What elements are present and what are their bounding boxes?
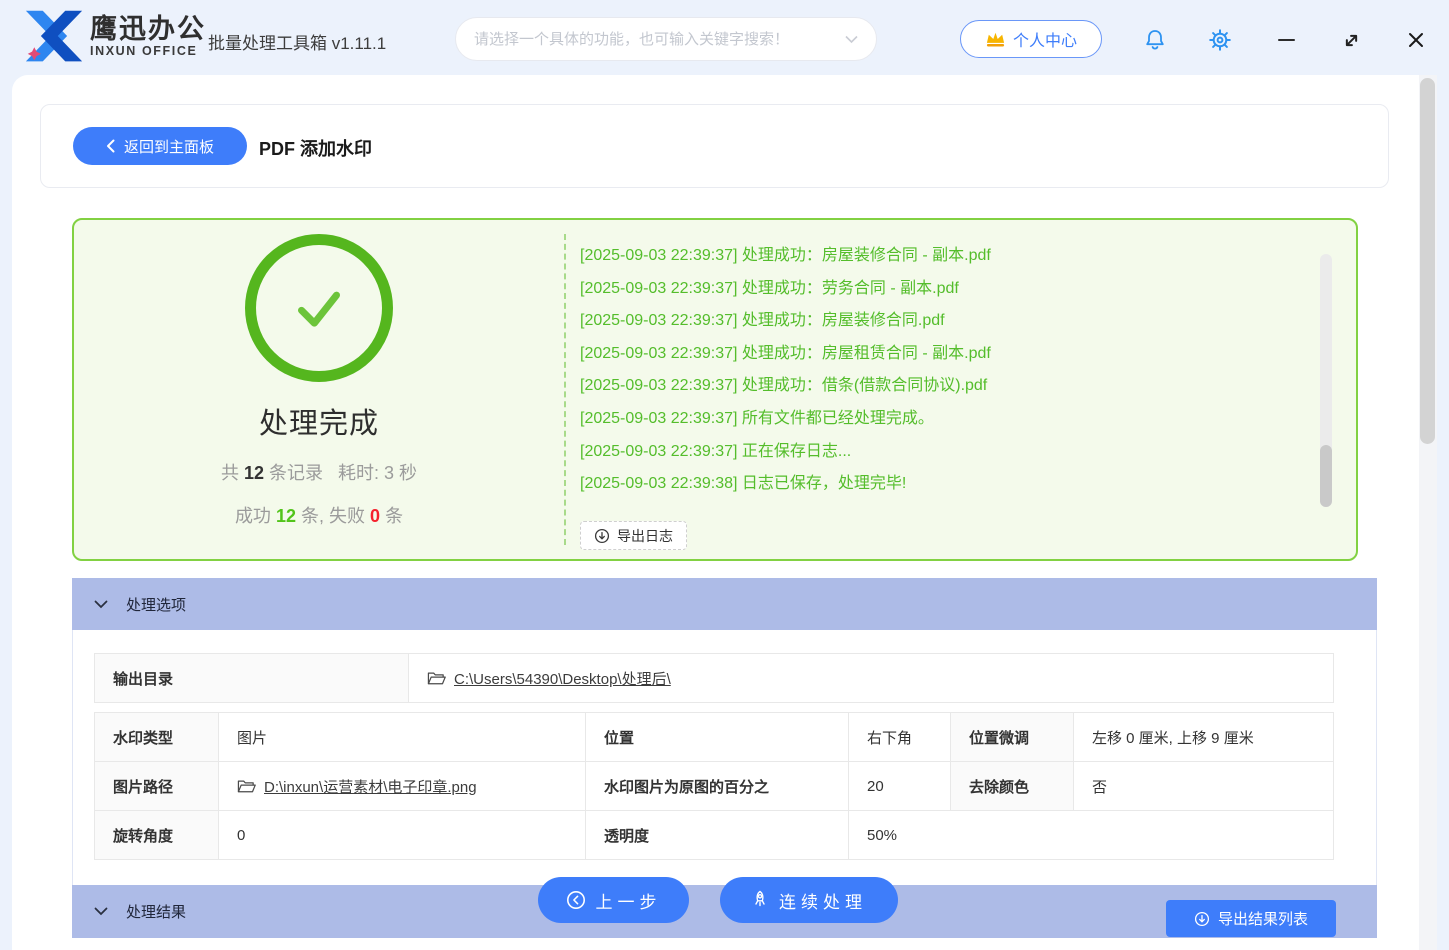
download-circle-icon <box>594 528 610 544</box>
folder-open-icon <box>427 671 446 686</box>
image-path-link[interactable]: D:\inxun\运营素材\电子印章.png <box>264 776 477 797</box>
log-line: [2025-09-03 22:39:37] 处理成功：房屋装修合同.pdf <box>580 305 1380 338</box>
log-divider <box>564 234 566 545</box>
total-count: 12 <box>244 463 264 483</box>
export-results-label: 导出结果列表 <box>1218 908 1308 929</box>
chevron-down-icon <box>845 35 858 44</box>
export-log-label: 导出日志 <box>617 526 673 546</box>
fail-unit: 条 <box>385 506 403 526</box>
total-label: 共 <box>221 463 239 483</box>
success-count: 12 <box>276 506 296 526</box>
chevron-down-icon <box>94 907 108 916</box>
record-count-line: 共 12 条记录 耗时: 3 秒 <box>74 459 564 485</box>
output-directory-table: 输出目录 C:\Users\54390\Desktop\处理后\ <box>94 653 1334 703</box>
result-summary: 处理完成 共 12 条记录 耗时: 3 秒 成功 12 条, 失败 0 条 <box>74 220 564 559</box>
continue-processing-button[interactable]: 连续处理 <box>720 877 898 923</box>
chevron-down-icon <box>94 600 108 609</box>
table-row: 输出目录 C:\Users\54390\Desktop\处理后\ <box>95 654 1334 703</box>
export-results-button[interactable]: 导出结果列表 <box>1166 900 1336 937</box>
previous-step-button[interactable]: 上一步 <box>538 877 689 923</box>
option-value: 否 <box>1074 762 1334 811</box>
notification-bell-icon[interactable] <box>1142 27 1168 53</box>
table-row: 旋转角度 0 透明度 50% <box>95 811 1334 860</box>
circle-left-icon <box>566 890 586 910</box>
export-log-button[interactable]: 导出日志 <box>580 521 687 550</box>
log-line: [2025-09-03 22:39:37] 所有文件都已经处理完成。 <box>580 403 1380 436</box>
option-label: 位置 <box>586 713 849 762</box>
output-directory-link[interactable]: C:\Users\54390\Desktop\处理后\ <box>454 668 671 689</box>
log-line: [2025-09-03 22:39:37] 正在保存日志... <box>580 436 1380 469</box>
log-scrollbar-thumb[interactable] <box>1320 445 1332 507</box>
minimize-button[interactable] <box>1273 27 1299 53</box>
option-value: 右下角 <box>849 713 951 762</box>
crown-icon <box>985 30 1006 48</box>
option-label: 图片路径 <box>95 762 219 811</box>
total-unit: 条记录 <box>269 463 323 483</box>
title-bar: 鹰迅办公 INXUN OFFICE 批量处理工具箱 v1.11.1 个人中心 <box>0 0 1449 75</box>
log-line: [2025-09-03 22:39:37] 处理成功：劳务合同 - 副本.pdf <box>580 273 1380 306</box>
section-header-options[interactable]: 处理选项 <box>72 578 1377 630</box>
minimize-icon <box>1278 39 1295 42</box>
success-check-icon <box>245 234 393 382</box>
log-scrollbar-track <box>1320 254 1332 507</box>
page-title: PDF 添加水印 <box>259 135 372 161</box>
option-label: 旋转角度 <box>95 811 219 860</box>
close-icon <box>1407 31 1425 49</box>
options-section-title: 处理选项 <box>126 594 186 615</box>
log-line: [2025-09-03 22:39:38] 日志已保存，处理完毕! <box>580 468 1380 501</box>
function-search-box[interactable] <box>455 17 877 61</box>
option-value: 0 <box>219 811 586 860</box>
user-center-label: 个人中心 <box>1013 27 1077 51</box>
elapsed-time: 耗时: 3 秒 <box>338 463 417 483</box>
back-to-dashboard-button[interactable]: 返回到主面板 <box>73 127 247 165</box>
result-summary-panel: 处理完成 共 12 条记录 耗时: 3 秒 成功 12 条, 失败 0 条 [2… <box>72 218 1358 561</box>
processing-log-list: [2025-09-03 22:39:37] 处理成功：房屋装修合同 - 副本.p… <box>580 240 1380 501</box>
settings-gear-icon[interactable] <box>1207 27 1233 53</box>
brand-name-cn: 鹰迅办公 <box>90 14 206 44</box>
close-button[interactable] <box>1403 27 1429 53</box>
resize-diagonal-icon <box>1342 31 1361 50</box>
success-fail-line: 成功 12 条, 失败 0 条 <box>74 502 564 528</box>
window-scrollbar-thumb[interactable] <box>1420 78 1435 444</box>
results-section-title: 处理结果 <box>126 901 186 922</box>
table-row: 水印类型 图片 位置 右下角 位置微调 左移 0 厘米, 上移 9 厘米 <box>95 713 1334 762</box>
option-value: 左移 0 厘米, 上移 9 厘米 <box>1074 713 1334 762</box>
chevron-left-icon <box>106 139 115 153</box>
option-value: 50% <box>849 811 1334 860</box>
brand-name-en: INXUN OFFICE <box>90 44 206 58</box>
download-circle-icon <box>1194 911 1210 927</box>
log-line: [2025-09-03 22:39:37] 处理成功：房屋装修合同 - 副本.p… <box>580 240 1380 273</box>
back-button-label: 返回到主面板 <box>124 136 214 157</box>
app-title: 批量处理工具箱 v1.11.1 <box>208 29 386 54</box>
fail-label: 条, 失败 <box>301 506 365 526</box>
option-label: 水印图片为原图的百分之 <box>586 762 849 811</box>
option-label: 水印类型 <box>95 713 219 762</box>
previous-step-label: 上一步 <box>596 888 662 913</box>
folder-open-icon <box>237 779 256 794</box>
success-label: 成功 <box>235 506 271 526</box>
option-value: 20 <box>849 762 951 811</box>
table-row: 图片路径 D:\inxun\运营素材\电子印章.png 水印图片为原图的百分之 … <box>95 762 1334 811</box>
search-input[interactable] <box>474 31 845 48</box>
inxun-x-logo-icon <box>24 8 84 64</box>
fail-count: 0 <box>370 506 380 526</box>
option-label: 去除颜色 <box>951 762 1074 811</box>
log-line: [2025-09-03 22:39:37] 处理成功：借条(借款合同协议).pd… <box>580 370 1380 403</box>
log-line: [2025-09-03 22:39:37] 处理成功：房屋租赁合同 - 副本.p… <box>580 338 1380 371</box>
option-label: 透明度 <box>586 811 849 860</box>
app-logo: 鹰迅办公 INXUN OFFICE <box>24 8 206 64</box>
continue-processing-label: 连续处理 <box>779 888 867 913</box>
user-center-button[interactable]: 个人中心 <box>960 20 1102 58</box>
output-dir-label: 输出目录 <box>95 654 409 703</box>
option-value: 图片 <box>219 713 586 762</box>
status-title: 处理完成 <box>74 400 564 442</box>
maximize-restore-button[interactable] <box>1338 27 1364 53</box>
option-label: 位置微调 <box>951 713 1074 762</box>
watermark-options-table: 水印类型 图片 位置 右下角 位置微调 左移 0 厘米, 上移 9 厘米 图片路… <box>94 712 1334 860</box>
rocket-icon <box>751 890 769 910</box>
